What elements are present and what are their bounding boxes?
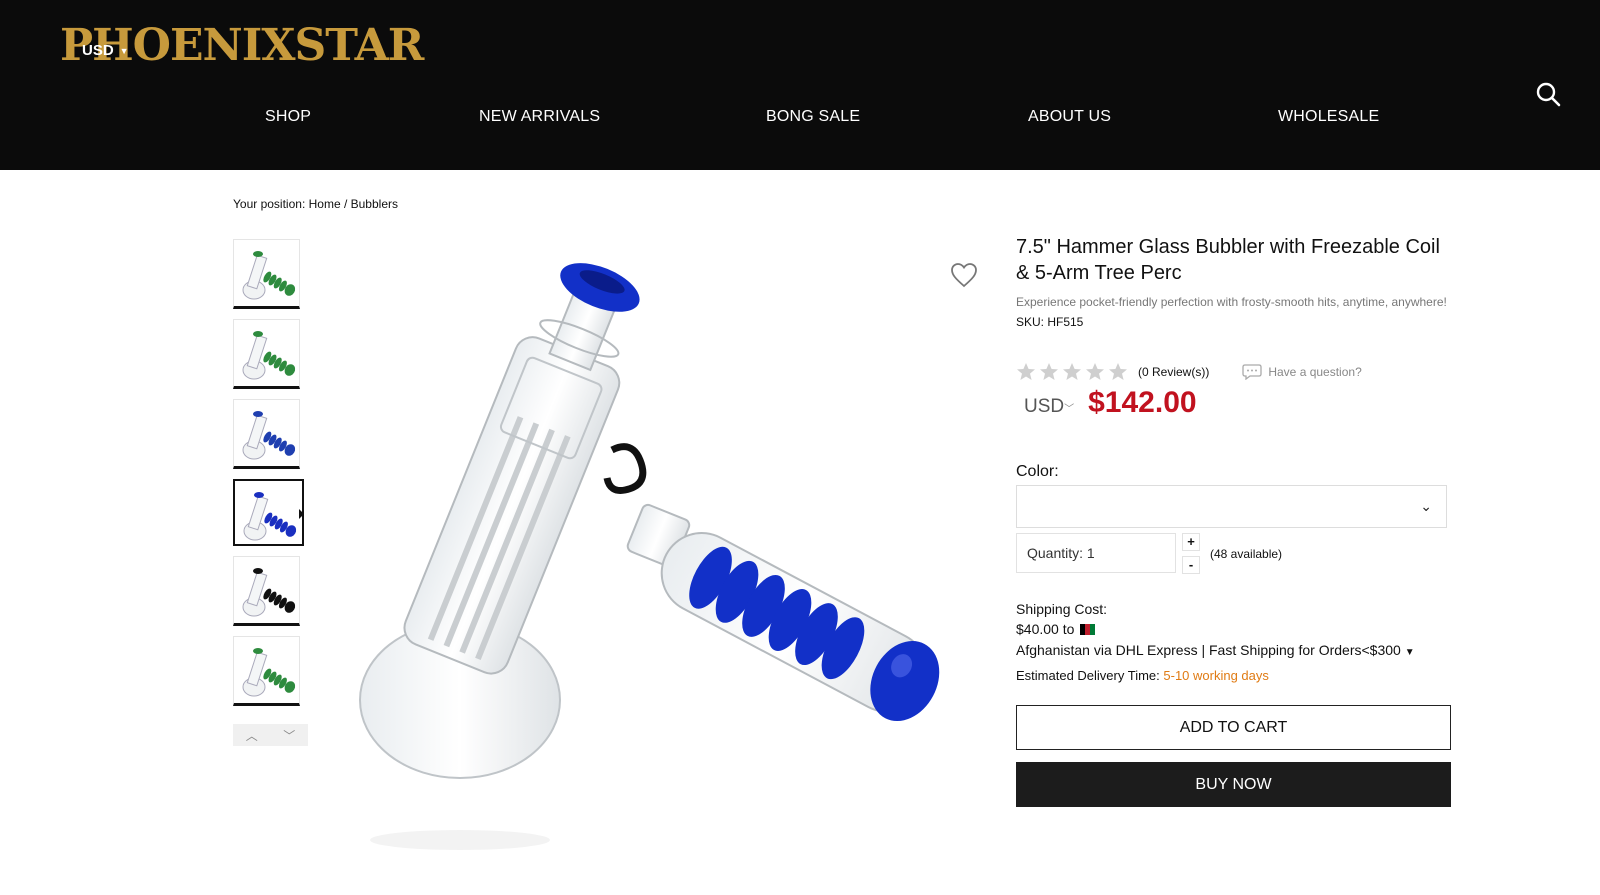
nav-wholesale[interactable]: WHOLESALE [1278,108,1379,126]
quantity-stepper: + - [1182,533,1200,579]
product-thumbnail[interactable] [233,239,300,309]
price-row: USD﹀ $142.00 [1024,386,1197,420]
product-price: $142.00 [1088,386,1197,419]
breadcrumb[interactable]: Your position: Home / Bubblers [233,197,398,211]
star-icon [1109,363,1127,380]
chevron-down-icon: ﹀ [1064,404,1075,415]
thumbnail-image [242,331,296,380]
main-nav: SHOP NEW ARRIVALS BONG SALE ABOUT US WHO… [0,108,1600,130]
product-main-image[interactable] [350,240,970,860]
star-icon [1040,363,1058,380]
ask-question-link[interactable]: Have a question? [1242,364,1362,380]
shipping-method-label: Afghanistan via DHL Express | Fast Shipp… [1016,642,1401,658]
delivery-estimate: Estimated Delivery Time: 5-10 working da… [1016,668,1269,683]
stock-available: (48 available) [1210,547,1283,561]
chevron-down-icon[interactable]: ﹀ [283,727,295,744]
color-label: Color: [1016,463,1059,480]
thumbnail-image [242,648,296,697]
chevron-down-icon: ▼ [119,45,129,56]
product-sku: SKU: HF515 [1016,315,1084,329]
product-thumbnail[interactable] [233,319,300,389]
rating-row: (0 Review(s)) Have a question? [1016,362,1362,382]
thumbnail-image [242,568,296,617]
chevron-up-icon[interactable]: ︿ [246,727,258,744]
price-currency-label: USD [1024,396,1065,417]
currency-label: USD [82,42,114,59]
product-thumbnail[interactable] [233,399,300,469]
nav-shop[interactable]: SHOP [265,108,311,126]
add-to-cart-button[interactable]: ADD TO CART [1016,705,1451,750]
ask-question-label: Have a question? [1268,365,1362,379]
product-subtitle: Experience pocket-friendly perfection wi… [1016,295,1447,309]
nav-new-arrivals[interactable]: NEW ARRIVALS [479,108,600,126]
search-icon[interactable] [1534,80,1562,108]
quantity-increase-button[interactable]: + [1182,533,1200,551]
delivery-days: 5-10 working days [1163,668,1269,683]
quantity-field[interactable]: Quantity: 1 [1016,533,1176,573]
quantity-decrease-button[interactable]: - [1182,556,1200,574]
price-currency-selector[interactable]: USD﹀ [1024,396,1074,418]
product-thumbnail[interactable] [233,636,300,706]
product-thumbnail[interactable] [233,479,304,546]
chat-bubble-icon [1242,364,1262,380]
thumbnail-image [243,492,297,541]
thumbnail-list [233,239,305,716]
star-icon [1063,363,1081,380]
shipping-cost-value: $40.00 to [1016,621,1075,637]
shipping-cost: $40.00 to [1016,621,1096,637]
color-select[interactable]: ⌄ [1016,485,1447,528]
nav-about-us[interactable]: ABOUT US [1028,108,1111,126]
nav-bong-sale[interactable]: BONG SALE [766,108,860,126]
caret-down-icon: ▼ [1404,647,1415,658]
thumbnail-image [242,411,296,460]
product-title: 7.5" Hammer Glass Bubbler with Freezable… [1016,236,1440,284]
heart-icon[interactable] [950,262,978,288]
review-count[interactable]: (0 Review(s)) [1138,365,1209,379]
star-icon [1017,363,1035,380]
chevron-down-icon: ⌄ [1420,498,1432,514]
star-icon [1086,363,1104,380]
active-indicator [299,509,302,519]
shipping-method-selector[interactable]: Afghanistan via DHL Express | Fast Shipp… [1016,642,1415,658]
delivery-label: Estimated Delivery Time: [1016,668,1160,683]
star-rating[interactable] [1016,362,1128,382]
site-header: PHOENIXSTAR USD ▼ SHOP NEW ARRIVALS BONG… [0,0,1600,170]
buy-now-button[interactable]: BUY NOW [1016,762,1451,807]
thumbnail-nav: ︿ ﹀ [233,724,308,746]
product-info: 7.5" Hammer Glass Bubbler with Freezable… [1016,234,1456,807]
shipping-label: Shipping Cost: [1016,601,1108,617]
thumbnail-image [242,251,296,300]
afghanistan-flag-icon [1080,623,1096,635]
currency-selector[interactable]: USD ▼ [82,42,129,59]
product-thumbnail[interactable] [233,556,300,626]
